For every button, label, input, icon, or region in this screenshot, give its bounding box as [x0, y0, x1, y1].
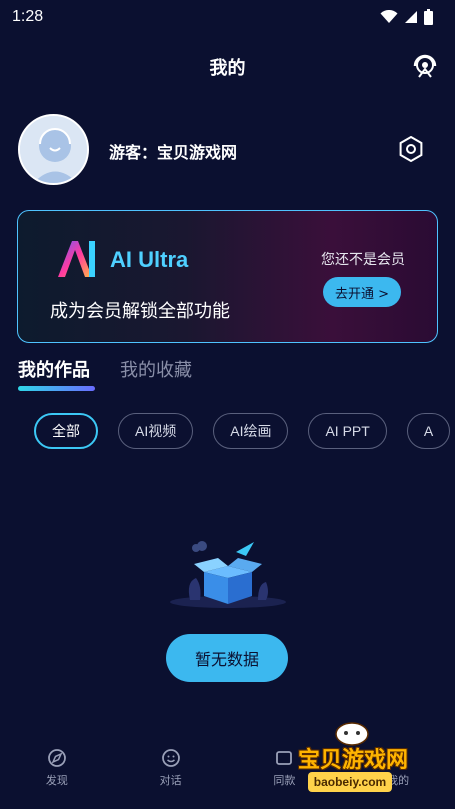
watermark-url: baobeiy.com	[308, 772, 392, 792]
tab-my-works[interactable]: 我的作品	[18, 356, 95, 396]
avatar[interactable]	[18, 114, 89, 185]
status-icons	[380, 9, 433, 25]
profile-section: 游客：宝贝游戏网	[18, 114, 438, 186]
tab-my-favorites[interactable]: 我的收藏	[120, 356, 192, 396]
nav-item-chat[interactable]: 对话	[126, 748, 216, 809]
nav-label: 对话	[159, 774, 182, 787]
tab-label: 我的收藏	[120, 360, 192, 381]
status-time: 1:28	[12, 8, 44, 25]
vip-description: 成为会员解锁全部功能	[50, 301, 230, 322]
filter-chip-all[interactable]: 全部	[34, 413, 98, 449]
page-title: 我的	[209, 58, 246, 79]
vip-logo-text: AI Ultra	[110, 247, 189, 272]
filter-chip-ai-ppt[interactable]: AI PPT	[308, 413, 387, 449]
activate-vip-button[interactable]: 去开通 >	[323, 277, 401, 307]
status-bar: 1:28	[0, 0, 455, 34]
no-data-button[interactable]: 暂无数据	[166, 634, 288, 682]
username: 游客：宝贝游戏网	[109, 143, 238, 162]
signal-icon	[405, 11, 417, 23]
watermark: 宝贝游戏网 baobeiy.com	[278, 716, 428, 806]
settings-icon[interactable]	[398, 136, 424, 162]
filter-chip-ai-painting[interactable]: AI绘画	[213, 413, 289, 449]
vip-status: 您还不是会员	[321, 252, 405, 268]
vip-card[interactable]: AI Ultra 成为会员解锁全部功能 您还不是会员 去开通 >	[17, 210, 438, 343]
filter-chip-more[interactable]: A	[406, 413, 451, 449]
compass-icon	[47, 749, 66, 767]
nav-item-discover[interactable]: 发现	[12, 748, 102, 809]
battery-icon	[424, 9, 433, 25]
support-icon[interactable]	[411, 53, 439, 81]
watermark-text: 宝贝游戏网	[297, 748, 408, 773]
content-tabs: 我的作品 我的收藏	[18, 356, 192, 396]
wifi-icon	[380, 10, 398, 23]
tab-label: 我的作品	[18, 360, 90, 381]
filter-chip-ai-video[interactable]: AI视频	[118, 413, 194, 449]
avatar-image	[20, 116, 87, 183]
smile-chat-icon	[161, 749, 180, 767]
nav-label: 发现	[45, 774, 68, 787]
ai-logo-icon	[58, 241, 95, 277]
filter-chips: 全部 AI视频 AI绘画 AI PPT A	[34, 413, 455, 451]
empty-box-illustration	[170, 541, 286, 608]
active-tab-indicator	[18, 386, 95, 391]
page-header: 我的	[0, 48, 455, 86]
